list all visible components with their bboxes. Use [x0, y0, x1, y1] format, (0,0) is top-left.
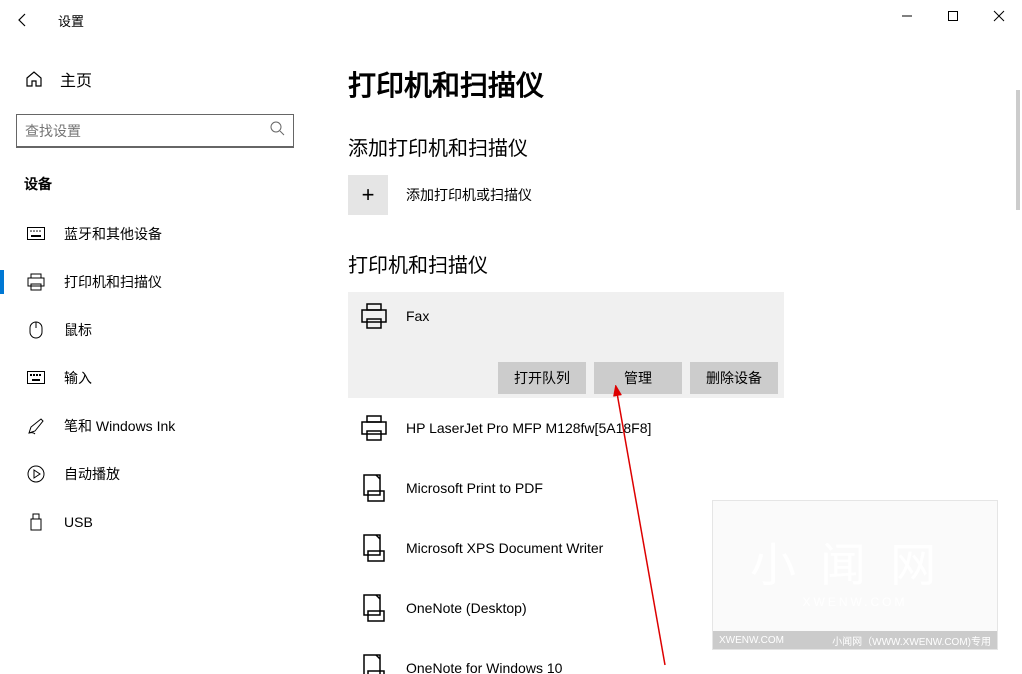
manage-button[interactable]: 管理 — [594, 362, 682, 394]
printer-name: Microsoft XPS Document Writer — [406, 540, 603, 556]
nav-label: 自动播放 — [64, 464, 120, 484]
nav-mouse[interactable]: 鼠标 — [0, 306, 310, 354]
nav-label: 鼠标 — [64, 320, 92, 340]
document-printer-icon — [358, 592, 390, 624]
nav-usb[interactable]: USB — [0, 498, 310, 546]
document-printer-icon — [358, 652, 390, 674]
window-title: 设置 — [58, 11, 84, 30]
pen-icon — [26, 417, 46, 435]
watermark-bar-left: XWENW.COM — [719, 635, 784, 646]
nav-label: 笔和 Windows Ink — [64, 416, 175, 436]
add-printer-label: 添加打印机或扫描仪 — [406, 185, 532, 205]
search-box[interactable] — [16, 114, 294, 148]
back-button[interactable] — [0, 0, 46, 40]
document-printer-icon — [358, 532, 390, 564]
printer-name: OneNote (Desktop) — [406, 600, 527, 616]
remove-device-button[interactable]: 删除设备 — [690, 362, 778, 394]
input-icon — [26, 371, 46, 385]
content-area: 打印机和扫描仪 添加打印机和扫描仪 + 添加打印机或扫描仪 打印机和扫描仪 Fa… — [310, 40, 1022, 674]
search-input[interactable] — [25, 123, 269, 139]
sidebar: 主页 设备 蓝牙和其他设备 打印机和扫描仪 鼠标 输入 笔和 Windows I… — [0, 40, 310, 674]
nav-input[interactable]: 输入 — [0, 354, 310, 402]
nav-label: 蓝牙和其他设备 — [64, 224, 162, 244]
printer-item-fax[interactable]: Fax 打开队列 管理 删除设备 — [348, 292, 784, 398]
scrollbar[interactable] — [1016, 90, 1020, 210]
nav-autoplay[interactable]: 自动播放 — [0, 450, 310, 498]
add-printer-button[interactable]: + — [348, 175, 388, 215]
nav-label: 打印机和扫描仪 — [64, 272, 162, 292]
home-label: 主页 — [60, 67, 92, 91]
printer-icon — [358, 412, 390, 444]
printer-name: Microsoft Print to PDF — [406, 480, 543, 496]
search-icon[interactable] — [269, 120, 285, 141]
close-button[interactable] — [976, 0, 1022, 32]
nav-printers[interactable]: 打印机和扫描仪 — [0, 258, 310, 306]
category-header: 设备 — [16, 174, 294, 194]
document-printer-icon — [358, 472, 390, 504]
printer-item-hp[interactable]: HP LaserJet Pro MFP M128fw[5A18F8] — [348, 398, 1022, 458]
open-queue-button[interactable]: 打开队列 — [498, 362, 586, 394]
plus-icon: + — [362, 182, 375, 208]
mouse-icon — [26, 321, 46, 339]
printer-icon — [358, 300, 390, 332]
printer-name: Fax — [406, 308, 429, 324]
printer-list-header: 打印机和扫描仪 — [348, 249, 1022, 278]
nav-label: USB — [64, 514, 93, 530]
printer-name: HP LaserJet Pro MFP M128fw[5A18F8] — [406, 420, 651, 436]
watermark-text: 小闻网 — [713, 529, 997, 595]
page-title: 打印机和扫描仪 — [348, 64, 1022, 104]
nav-pen[interactable]: 笔和 Windows Ink — [0, 402, 310, 450]
home-icon — [24, 70, 44, 88]
printer-icon — [26, 273, 46, 291]
nav-bluetooth[interactable]: 蓝牙和其他设备 — [0, 210, 310, 258]
watermark-subtext: XWENW.COM — [713, 595, 997, 609]
minimize-button[interactable] — [884, 0, 930, 32]
nav-label: 输入 — [64, 368, 92, 388]
usb-icon — [26, 513, 46, 531]
printer-name: OneNote for Windows 10 — [406, 660, 562, 674]
watermark-bar-right: 小闻网（WWW.XWENW.COM)专用 — [832, 633, 991, 648]
keyboard-icon — [26, 227, 46, 241]
add-section-header: 添加打印机和扫描仪 — [348, 132, 1022, 161]
home-link[interactable]: 主页 — [16, 60, 294, 98]
watermark: 小闻网 XWENW.COM XWENW.COM 小闻网（WWW.XWENW.CO… — [712, 500, 998, 650]
maximize-button[interactable] — [930, 0, 976, 32]
autoplay-icon — [26, 465, 46, 483]
